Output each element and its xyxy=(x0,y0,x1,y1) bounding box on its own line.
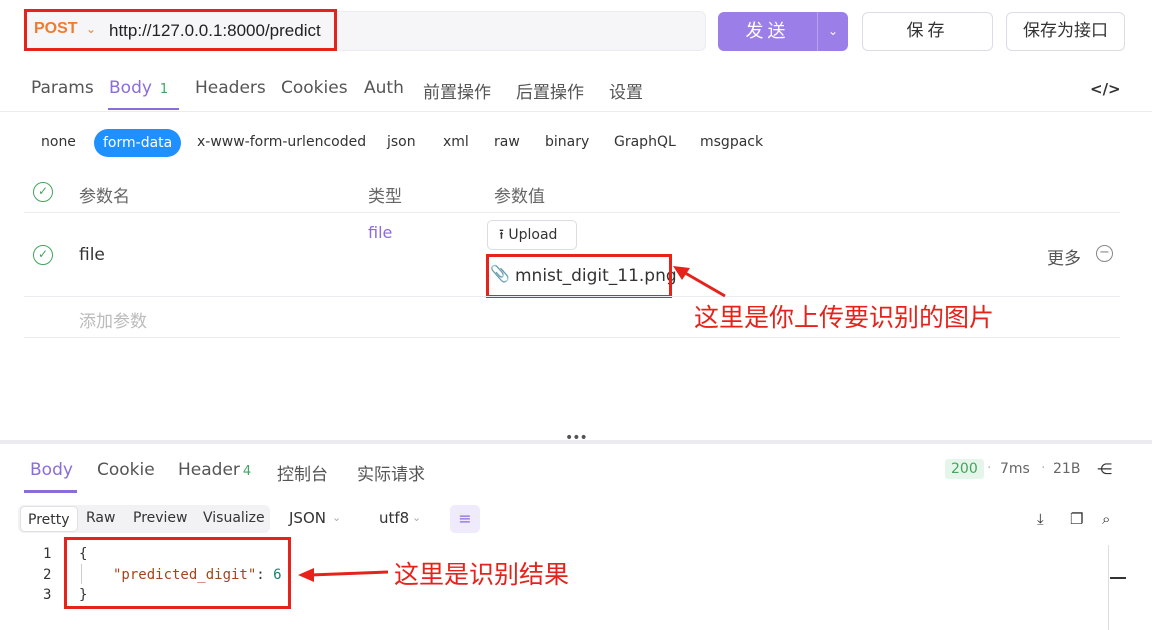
upload-label: Upload xyxy=(508,227,558,243)
tab-headers[interactable]: Headers xyxy=(195,78,266,98)
highlight-box-result xyxy=(64,537,291,609)
annotation-result-note: 这里是识别结果 xyxy=(394,560,570,589)
body-type-binary[interactable]: binary xyxy=(545,134,589,150)
body-type-graphql[interactable]: GraphQL xyxy=(614,134,676,150)
scrollbar-thumb[interactable] xyxy=(1110,577,1126,579)
tab-body-label: Body xyxy=(109,78,152,98)
minus-circle-icon[interactable]: − xyxy=(1096,245,1113,262)
status-badge: 200 xyxy=(945,459,984,479)
more-button[interactable]: 更多 xyxy=(1047,244,1081,269)
response-tab-console[interactable]: 控制台 xyxy=(277,460,328,485)
send-button[interactable]: 发送 ⌄ xyxy=(718,12,848,51)
divider xyxy=(24,212,1120,213)
chevron-down-icon[interactable]: ⌄ xyxy=(332,511,341,524)
response-tab-actual-request[interactable]: 实际请求 xyxy=(357,460,425,485)
content-type-select[interactable]: JSON xyxy=(289,509,326,527)
tab-body[interactable]: Body 1 xyxy=(109,78,168,98)
response-tab-header-label: Header xyxy=(178,460,240,480)
wrap-lines-icon[interactable]: ≡ xyxy=(450,505,480,533)
line-number: 2 xyxy=(43,567,52,583)
copy-icon[interactable]: ❐ xyxy=(1070,510,1083,528)
separator: · xyxy=(1041,460,1046,476)
active-tab-indicator xyxy=(108,108,179,110)
annotation-upload-note: 这里是你上传要识别的图片 xyxy=(694,303,995,332)
column-header-name: 参数名 xyxy=(79,187,130,207)
active-tab-indicator xyxy=(24,490,77,493)
tab-settings[interactable]: 设置 xyxy=(609,78,643,103)
column-header-value: 参数值 xyxy=(494,187,545,207)
download-icon[interactable]: ⤓ xyxy=(1037,510,1044,528)
body-type-form-data[interactable]: form-data xyxy=(94,129,182,157)
body-type-urlencoded[interactable]: x-www-form-urlencoded xyxy=(197,134,366,150)
tab-params[interactable]: Params xyxy=(31,78,94,98)
response-tab-header-count: 4 xyxy=(242,464,252,479)
body-type-json[interactable]: json xyxy=(387,134,416,150)
encoding-select[interactable]: utf8 xyxy=(379,509,409,527)
format-preview[interactable]: Preview xyxy=(133,510,188,526)
column-header-type: 类型 xyxy=(368,187,402,207)
save-button[interactable]: 保存 xyxy=(862,12,993,51)
scrollbar[interactable] xyxy=(1108,545,1120,630)
save-as-api-button[interactable]: 保存为接口 xyxy=(1006,12,1125,51)
arrow-icon xyxy=(673,266,726,298)
highlight-box-file xyxy=(486,254,672,298)
divider xyxy=(24,337,1120,338)
param-type-select[interactable]: file xyxy=(368,223,392,242)
body-type-xml[interactable]: xml xyxy=(443,134,469,150)
response-tab-cookie[interactable]: Cookie xyxy=(97,460,155,480)
send-label[interactable]: 发送 xyxy=(718,12,817,51)
tab-cookies[interactable]: Cookies xyxy=(281,78,348,98)
line-number: 1 xyxy=(43,546,52,562)
tab-post-ops[interactable]: 后置操作 xyxy=(516,78,584,103)
response-tab-body[interactable]: Body xyxy=(30,460,73,480)
upload-icon: ⭱ xyxy=(499,227,504,243)
add-param-input[interactable]: 添加参数 xyxy=(79,307,147,332)
body-type-raw[interactable]: raw xyxy=(494,134,520,150)
highlight-box-url xyxy=(24,9,337,51)
chevron-down-icon[interactable]: ⌄ xyxy=(412,511,421,524)
chevron-down-icon[interactable]: ⌄ xyxy=(818,12,848,51)
divider xyxy=(24,296,1120,297)
code-icon[interactable]: </> xyxy=(1090,80,1121,98)
divider xyxy=(0,111,1152,112)
format-raw[interactable]: Raw xyxy=(86,510,115,526)
tab-pre-ops[interactable]: 前置操作 xyxy=(423,78,491,103)
tab-auth[interactable]: Auth xyxy=(364,78,404,98)
arrow-icon xyxy=(298,568,389,582)
check-circle-icon[interactable]: ✓ xyxy=(33,182,53,202)
separator: · xyxy=(987,460,992,476)
line-number: 3 xyxy=(43,587,52,603)
body-type-msgpack[interactable]: msgpack xyxy=(700,134,763,150)
tab-body-count: 1 xyxy=(159,82,169,97)
body-type-none[interactable]: none xyxy=(41,134,76,150)
drag-handle[interactable]: ••• xyxy=(565,430,588,446)
upload-button[interactable]: ⭱ Upload xyxy=(487,220,577,250)
format-pretty[interactable]: Pretty xyxy=(20,506,78,532)
response-size: 21B xyxy=(1053,461,1081,477)
param-name-cell[interactable]: file xyxy=(79,245,105,265)
share-icon[interactable]: ⋲ xyxy=(1097,460,1112,478)
check-circle-icon[interactable]: ✓ xyxy=(33,245,53,265)
response-tab-header[interactable]: Header 4 xyxy=(178,460,251,480)
response-time: 7ms xyxy=(1000,461,1030,477)
format-visualize[interactable]: Visualize xyxy=(203,510,265,526)
search-icon[interactable]: ⌕ xyxy=(1102,510,1110,528)
